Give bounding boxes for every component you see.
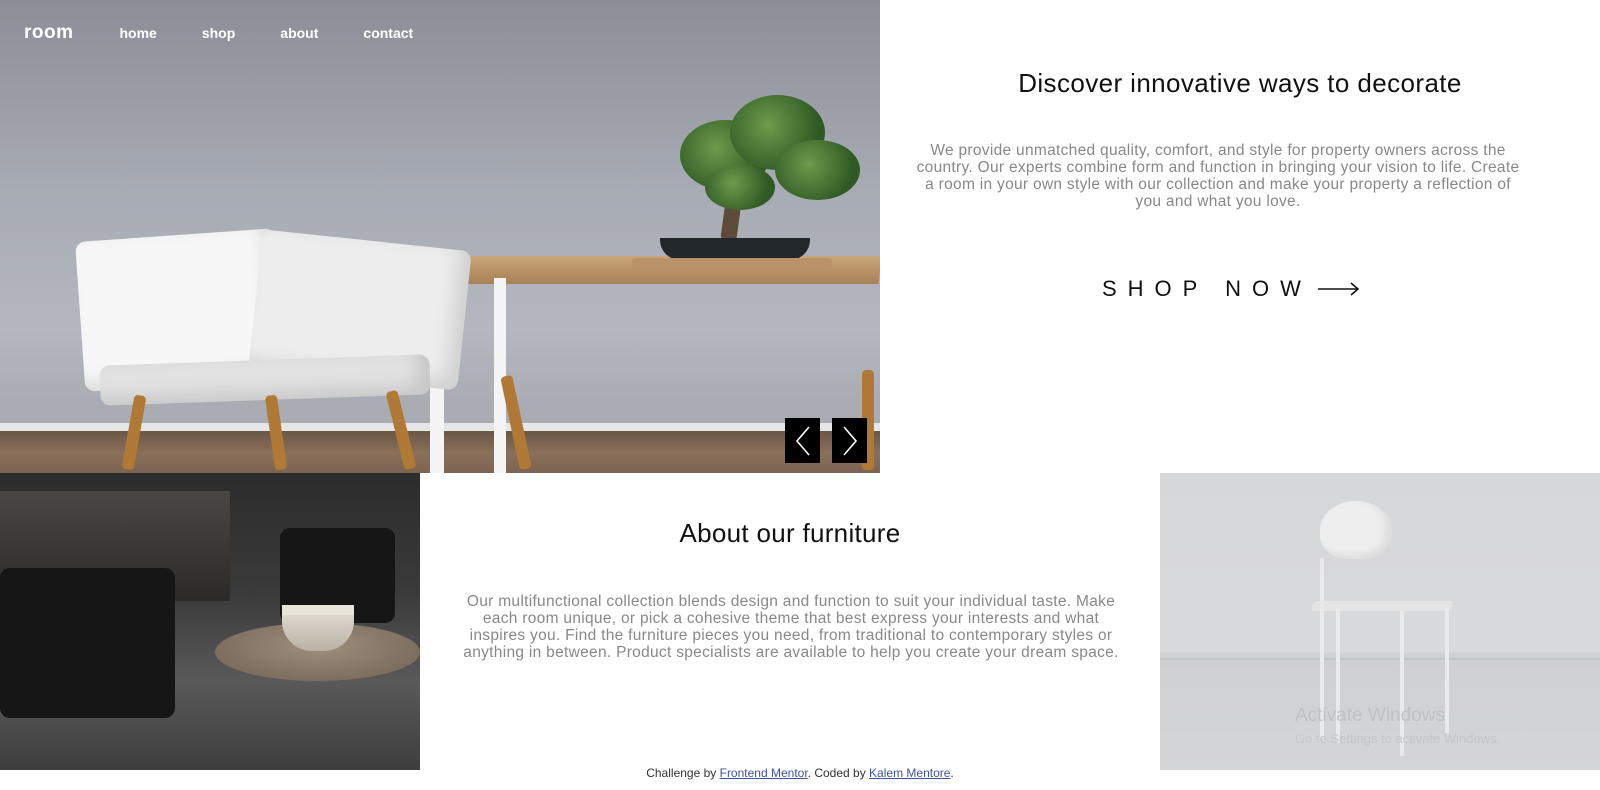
hero-content: Discover innovative ways to decorate We … [880,0,1600,473]
chair-back [1320,501,1392,559]
footer-attribution: Challenge by Frontend Mentor. Coded by K… [0,766,1600,780]
activation-watermark: Activate Windows Go to Settings to activ… [1295,705,1500,746]
armchair [0,568,175,718]
about-content: About our furniture Our multifunctional … [420,473,1160,770]
footer-suffix: . [950,766,954,780]
nav-link-about[interactable]: about [280,25,318,41]
main-nav: room home shop about contact [24,22,458,44]
hero-title: Discover innovative ways to decorate [1018,68,1462,98]
shop-now-label: SHOP NOW [1102,276,1312,301]
arrow-right-icon [1317,282,1360,296]
bonsai-foliage [705,165,775,210]
about-image-dark [0,473,420,770]
author-link[interactable]: Kalem Mentore [869,766,950,780]
chevron-right-icon [842,425,857,456]
wall-baseboard [1160,658,1600,660]
bonsai-tray [632,258,832,270]
chair-seat [1310,601,1454,611]
footer-middle: . Coded by [807,766,870,780]
frontend-mentor-link[interactable]: Frontend Mentor [720,766,808,780]
watermark-subtitle: Go to Settings to activate Windows. [1295,731,1501,746]
bonsai-pot [660,238,810,260]
nav-link-shop[interactable]: shop [202,25,235,41]
nav-link-contact[interactable]: contact [363,25,413,41]
shop-now-button[interactable]: SHOP NOW [1102,276,1360,302]
chevron-left-icon [795,425,810,456]
hero-description: We provide unmatched quality, comfort, a… [916,142,1520,210]
hero-image [0,0,880,473]
logo: room [24,22,74,43]
about-description: Our multifunctional collection blends de… [463,593,1119,661]
slider-next-button[interactable] [832,418,867,463]
footer-prefix: Challenge by [646,766,720,780]
nav-link-home[interactable]: home [120,25,157,41]
watermark-title: Activate Windows [1295,705,1445,726]
slider-prev-button[interactable] [785,418,820,463]
about-title: About our furniture [679,518,901,548]
bonsai-foliage [775,140,860,200]
